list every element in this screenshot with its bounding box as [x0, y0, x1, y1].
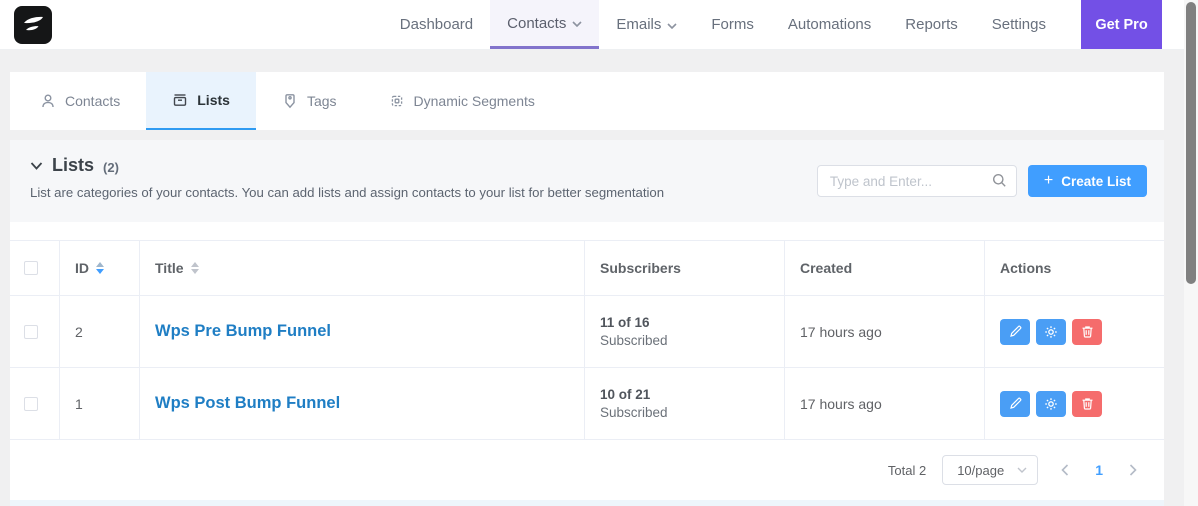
gear-icon — [1045, 397, 1057, 410]
person-icon — [42, 94, 54, 108]
settings-button[interactable] — [1036, 318, 1066, 345]
page-number[interactable]: 1 — [1082, 462, 1116, 478]
chevron-down-icon — [667, 22, 677, 29]
tab-contacts[interactable]: Contacts — [14, 72, 146, 130]
tab-tags[interactable]: Tags — [256, 72, 363, 130]
cell-subscribers: 10 of 21 Subscribed — [585, 368, 785, 440]
get-pro-button[interactable]: Get Pro — [1081, 0, 1162, 49]
delete-button[interactable] — [1072, 390, 1102, 417]
sort-desc-caret[interactable] — [96, 269, 104, 274]
column-header-id[interactable]: ID — [60, 240, 140, 296]
chip-icon — [391, 95, 402, 107]
pencil-icon — [1009, 397, 1021, 409]
select-all-checkbox[interactable] — [24, 261, 38, 275]
settings-button[interactable] — [1036, 390, 1066, 417]
scrollbar-thumb[interactable] — [1186, 2, 1196, 284]
cell-id: 1 — [60, 368, 140, 440]
chevron-left-icon — [1061, 464, 1069, 476]
plus-icon: + — [1043, 171, 1054, 189]
table-footer: Total 2 10/page 1 — [10, 440, 1164, 500]
column-header-subscribers: Subscribers — [585, 240, 785, 296]
table-row: 2 Wps Pre Bump Funnel 11 of 16 Subscribe… — [10, 296, 1164, 368]
search-input[interactable] — [816, 165, 1017, 197]
chevron-right-icon — [1129, 464, 1137, 476]
next-page-button[interactable] — [1116, 464, 1150, 476]
archive-icon — [174, 94, 187, 106]
column-header-created: Created — [785, 240, 985, 296]
top-bar: Dashboard Contacts Emails Forms Automati… — [0, 0, 1198, 50]
nav-item-emails[interactable]: Emails — [599, 0, 694, 49]
lists-table: ID Title Subscribers Created Actions 2 W… — [10, 222, 1164, 500]
scrollbar-track[interactable] — [1184, 0, 1198, 506]
search-icon[interactable] — [992, 173, 1007, 188]
fluentcrm-logo-icon[interactable] — [14, 5, 52, 44]
sort-desc-caret[interactable] — [190, 269, 199, 274]
nav-item-automations[interactable]: Automations — [771, 0, 888, 49]
nav-item-dashboard[interactable]: Dashboard — [383, 0, 490, 49]
list-title-link[interactable]: Wps Post Bump Funnel — [155, 394, 340, 413]
prev-page-button[interactable] — [1048, 464, 1082, 476]
table-row: 1 Wps Post Bump Funnel 10 of 21 Subscrib… — [10, 368, 1164, 440]
cell-created: 17 hours ago — [785, 368, 985, 440]
lists-section-header: Lists (2) List are categories of your co… — [10, 140, 1164, 222]
nav-item-reports[interactable]: Reports — [888, 0, 975, 49]
edit-button[interactable] — [1000, 390, 1030, 417]
top-nav: Dashboard Contacts Emails Forms Automati… — [383, 0, 1198, 49]
page-title: Lists — [52, 155, 95, 175]
tab-lists[interactable]: Lists — [146, 72, 256, 130]
tab-dynamic-segments[interactable]: Dynamic Segments — [363, 72, 561, 130]
list-count-badge: (2) — [103, 159, 119, 175]
list-title-link[interactable]: Wps Pre Bump Funnel — [155, 322, 331, 341]
chevron-down-icon — [572, 21, 582, 27]
row-checkbox[interactable] — [24, 324, 38, 339]
cell-id: 2 — [60, 296, 140, 368]
trash-icon — [1082, 326, 1092, 338]
sub-tabs-bar: Contacts Lists Tags Dynamic Segments — [10, 72, 1164, 130]
column-header-title[interactable]: Title — [140, 240, 585, 296]
sort-carets-title — [190, 262, 199, 274]
pencil-icon — [1009, 325, 1021, 337]
table-header-row: ID Title Subscribers Created Actions — [10, 240, 1164, 296]
create-list-button[interactable]: + Create List — [1027, 165, 1147, 197]
total-count: Total 2 — [887, 462, 927, 478]
trash-icon — [1082, 398, 1092, 410]
page-size-select[interactable]: 10/page — [942, 455, 1039, 485]
cell-created: 17 hours ago — [785, 296, 985, 368]
nav-item-forms[interactable]: Forms — [694, 0, 771, 49]
delete-button[interactable] — [1072, 318, 1102, 345]
column-header-actions: Actions — [985, 240, 1164, 296]
edit-button[interactable] — [1000, 318, 1030, 345]
tag-icon — [285, 94, 295, 109]
next-section-edge — [10, 500, 1164, 506]
chevron-down-icon — [1017, 467, 1027, 473]
sort-asc-caret[interactable] — [96, 262, 104, 267]
pagination: 1 — [1048, 462, 1150, 478]
nav-item-settings[interactable]: Settings — [975, 0, 1063, 49]
sort-carets-id — [96, 262, 104, 274]
collapse-chevron-icon — [30, 161, 43, 170]
cell-subscribers: 11 of 16 Subscribed — [585, 296, 785, 368]
sort-asc-caret[interactable] — [190, 262, 199, 267]
nav-item-contacts[interactable]: Contacts — [490, 0, 600, 49]
gear-icon — [1045, 325, 1057, 338]
row-checkbox[interactable] — [24, 396, 38, 411]
